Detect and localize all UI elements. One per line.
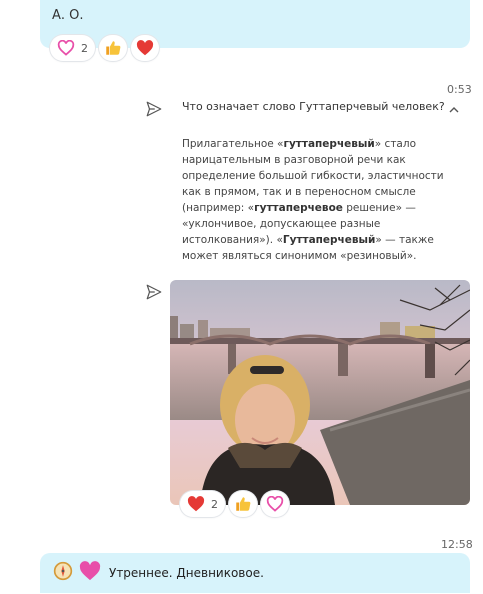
reaction-outline-heart[interactable]: 2 <box>50 35 95 61</box>
question-text: Что означает слово Гуттаперчевый человек… <box>182 100 445 113</box>
pink-heart-icon <box>79 561 101 585</box>
message-time: 12:58 <box>441 538 473 551</box>
answer-text: Прилагательное «гуттаперчевый» стало нар… <box>182 136 464 264</box>
message-time: 0:53 <box>447 83 472 96</box>
reactions-top: 2 <box>50 35 159 61</box>
reaction-thumbs-up[interactable] <box>229 491 257 517</box>
photo-image[interactable] <box>170 280 470 505</box>
reaction-count: 2 <box>211 497 218 511</box>
send-icon <box>145 100 163 118</box>
reaction-outline-heart[interactable] <box>261 491 289 517</box>
thumbs-up-icon <box>104 39 122 57</box>
outline-heart-icon <box>57 40 75 56</box>
thumbs-up-icon <box>234 495 252 513</box>
reaction-red-heart[interactable]: 2 <box>180 491 225 517</box>
answer-bold-fragment: гуттаперчевый <box>283 138 375 150</box>
chevron-up-icon[interactable] <box>448 101 460 113</box>
reactions-photo: 2 <box>180 491 289 517</box>
compass-icon <box>53 561 73 585</box>
answer-bold-fragment: Гуттаперчевый <box>282 234 376 246</box>
answer-bold-fragment: гуттаперчевое <box>254 202 343 214</box>
send-icon <box>145 283 163 301</box>
question-row[interactable]: Что означает слово Гуттаперчевый человек… <box>182 100 466 113</box>
message-text: Утреннее. Дневниковое. <box>109 566 264 580</box>
reaction-red-heart[interactable] <box>131 35 159 61</box>
outline-heart-icon <box>266 496 284 512</box>
red-heart-icon <box>136 40 154 56</box>
reaction-count: 2 <box>81 41 88 55</box>
reaction-thumbs-up[interactable] <box>99 35 127 61</box>
red-heart-icon <box>187 496 205 512</box>
message-bubble-bottom[interactable]: Утреннее. Дневниковое. <box>40 553 470 593</box>
answer-fragment: Прилагательное « <box>182 138 284 150</box>
message-author: А. О. <box>52 8 84 23</box>
